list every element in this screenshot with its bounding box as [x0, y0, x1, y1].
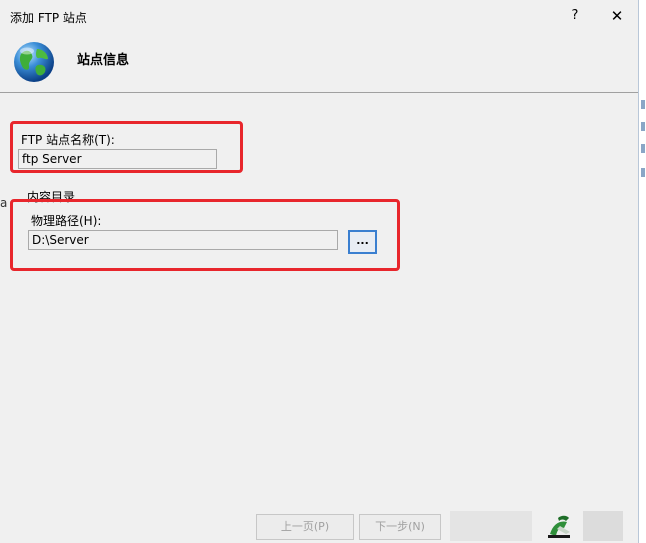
physical-path-label: 物理路径(H):: [31, 214, 102, 228]
clipped-text: a: [0, 196, 8, 210]
close-button[interactable]: ✕: [605, 4, 629, 28]
previous-button[interactable]: 上一页(P): [256, 514, 354, 540]
help-button[interactable]: ?: [565, 4, 585, 28]
page-title: 站点信息: [77, 53, 130, 68]
finish-button[interactable]: [450, 511, 532, 541]
next-button[interactable]: 下一步(N): [359, 514, 441, 540]
window-title: 添加 FTP 站点: [10, 11, 87, 25]
wizard-header: 站点信息: [0, 32, 638, 93]
runner-icon: [548, 515, 570, 538]
add-ftp-site-dialog: 添加 FTP 站点 ? ✕ 站点信息 a FTP 站点名称(T): 内容目录 物…: [0, 0, 640, 543]
site-name-label: FTP 站点名称(T):: [21, 133, 115, 147]
title-bar: 添加 FTP 站点 ? ✕: [0, 0, 638, 32]
background-window-edge: [638, 0, 646, 543]
globe-icon: [14, 42, 54, 82]
browse-button[interactable]: ...: [348, 230, 377, 254]
content-directory-label: 内容目录: [27, 190, 76, 204]
physical-path-input[interactable]: [28, 230, 338, 250]
cancel-button[interactable]: [583, 511, 623, 541]
site-name-input[interactable]: [18, 149, 217, 169]
